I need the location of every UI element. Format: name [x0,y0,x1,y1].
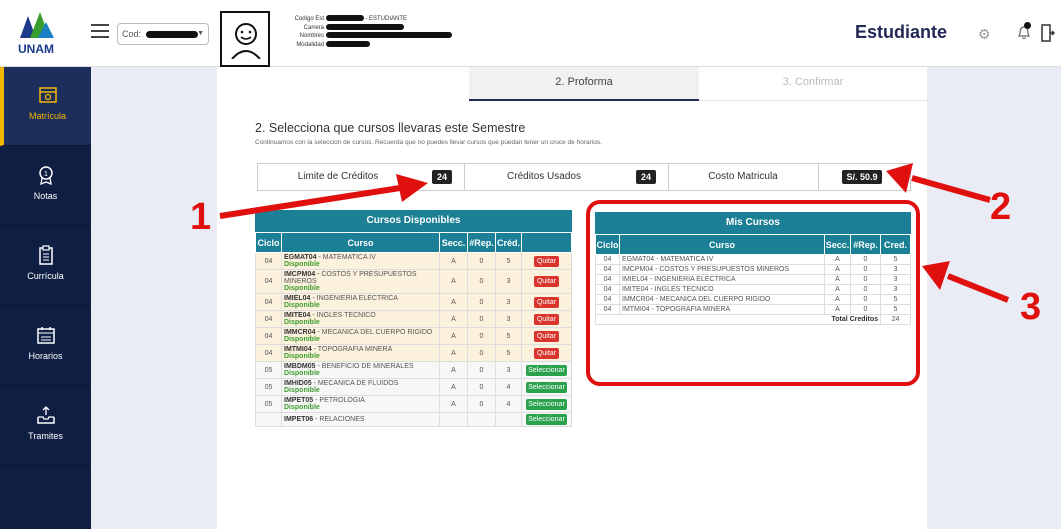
annotation-3: 3 [1020,286,1042,328]
annotation-2: 2 [990,186,1012,228]
annotation-1: 1 [190,196,212,238]
annotation-arrows [219,163,1010,303]
